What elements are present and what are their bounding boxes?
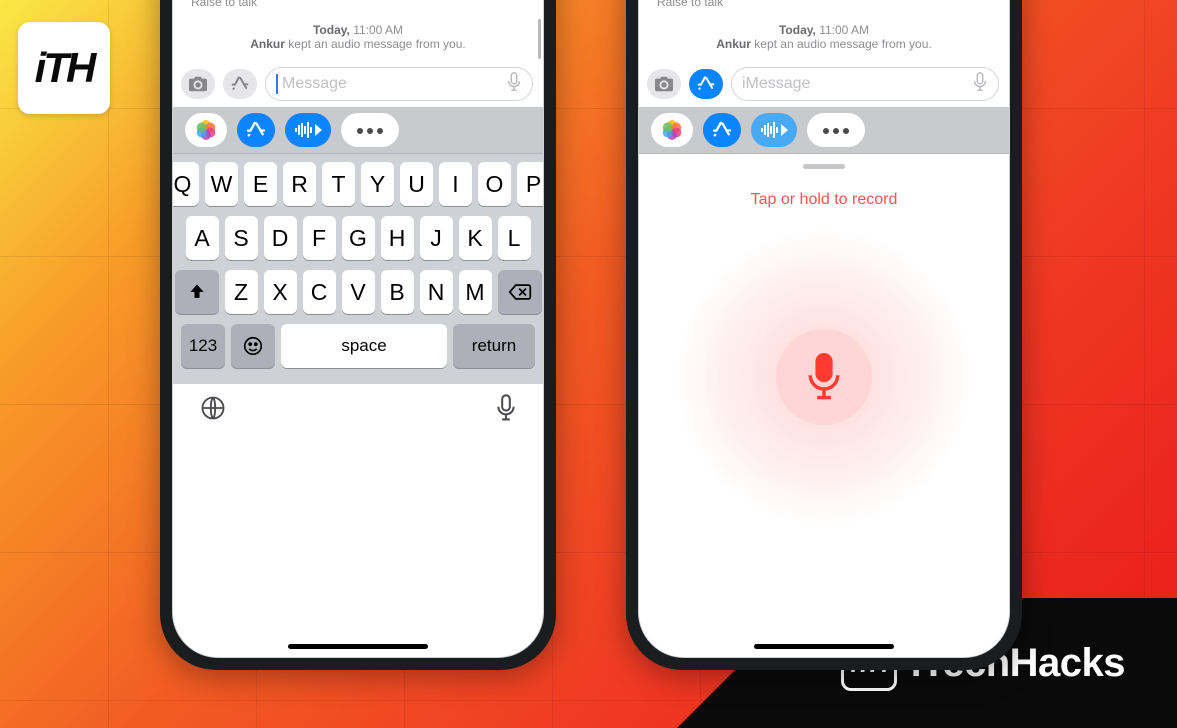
imessage-app-strip (639, 107, 1009, 154)
text-cursor (276, 74, 278, 94)
key-p[interactable]: P (517, 162, 544, 206)
home-indicator[interactable] (288, 644, 428, 649)
key-l[interactable]: L (498, 216, 531, 260)
home-indicator[interactable] (754, 644, 894, 649)
phone-right: Today, 10:56 AM 00:00 Raise to talk Toda… (626, 0, 1022, 670)
record-button[interactable] (776, 329, 872, 425)
key-j[interactable]: J (420, 216, 453, 260)
key-u[interactable]: U (400, 162, 433, 206)
screen-right: Today, 10:56 AM 00:00 Raise to talk Toda… (638, 0, 1010, 658)
key-x[interactable]: X (264, 270, 297, 314)
audio-message-app[interactable] (285, 113, 331, 147)
camera-button[interactable] (647, 69, 681, 99)
return-key[interactable]: return (453, 324, 535, 368)
chat-area: Today, 10:56 AM 00:00 Raise to talk Toda… (173, 0, 543, 61)
key-e[interactable]: E (244, 162, 277, 206)
photos-app[interactable] (185, 113, 227, 147)
keyboard: QWERTYUIOP ASDFGHJKL ZXCVBNM 123 space r… (173, 154, 543, 384)
key-q[interactable]: Q (172, 162, 199, 206)
timestamp-2: Today, 11:00 AM (647, 23, 1001, 37)
logo-top: iTH (18, 22, 110, 114)
ellipsis-icon (355, 121, 385, 139)
key-a[interactable]: A (186, 216, 219, 260)
key-o[interactable]: O (478, 162, 511, 206)
imessage-app-strip (173, 107, 543, 154)
message-placeholder: iMessage (742, 75, 972, 93)
numeric-key[interactable]: 123 (181, 324, 225, 368)
key-k[interactable]: K (459, 216, 492, 260)
key-z[interactable]: Z (225, 270, 258, 314)
screen-left: Today, 10:56 AM 00:00 Raise to talk Toda… (172, 0, 544, 658)
key-c[interactable]: C (303, 270, 336, 314)
phone-left: Today, 10:56 AM 00:00 Raise to talk Toda… (160, 0, 556, 670)
raise-to-talk-label: Raise to talk (657, 0, 1001, 9)
scrollbar[interactable] (538, 19, 541, 59)
photos-app[interactable] (651, 113, 693, 147)
app-store-app[interactable] (237, 113, 275, 147)
globe-icon[interactable] (199, 394, 227, 429)
camera-button[interactable] (181, 69, 215, 99)
keyboard-mic-icon[interactable] (495, 394, 517, 429)
emoji-key[interactable] (231, 324, 275, 368)
audio-message-app-selected[interactable] (751, 113, 797, 147)
key-s[interactable]: S (225, 216, 258, 260)
raise-to-talk-label: Raise to talk (191, 0, 535, 9)
grabber-handle[interactable] (803, 164, 845, 169)
app-drawer-button[interactable] (689, 69, 723, 99)
backspace-key[interactable] (498, 270, 542, 314)
app-drawer-button[interactable] (223, 69, 257, 99)
key-n[interactable]: N (420, 270, 453, 314)
key-i[interactable]: I (439, 162, 472, 206)
key-y[interactable]: Y (361, 162, 394, 206)
record-prompt: Tap or hold to record (751, 191, 898, 209)
timestamp-2: Today, 11:00 AM (181, 23, 535, 37)
shift-key[interactable] (175, 270, 219, 314)
app-store-app[interactable] (703, 113, 741, 147)
chat-area: Today, 10:56 AM 00:00 Raise to talk Toda… (639, 0, 1009, 61)
key-v[interactable]: V (342, 270, 375, 314)
compose-row: iMessage (639, 61, 1009, 107)
more-apps-button[interactable] (341, 113, 399, 147)
ellipsis-icon (821, 121, 851, 139)
space-key[interactable]: space (281, 324, 447, 368)
record-halo (674, 227, 974, 527)
audio-record-panel: Tap or hold to record (639, 154, 1009, 657)
key-h[interactable]: H (381, 216, 414, 260)
system-kept-message: Ankur kept an audio message from you. (181, 37, 535, 51)
key-d[interactable]: D (264, 216, 297, 260)
dictation-icon[interactable] (972, 72, 988, 97)
key-g[interactable]: G (342, 216, 375, 260)
key-w[interactable]: W (205, 162, 238, 206)
key-m[interactable]: M (459, 270, 492, 314)
key-f[interactable]: F (303, 216, 336, 260)
compose-row: Message (173, 61, 543, 107)
key-r[interactable]: R (283, 162, 316, 206)
message-input[interactable]: Message (265, 67, 533, 101)
keyboard-bottom-bar (173, 384, 543, 453)
key-b[interactable]: B (381, 270, 414, 314)
message-placeholder: Message (282, 75, 347, 93)
message-input[interactable]: iMessage (731, 67, 999, 101)
logo-mark: iTH (35, 44, 94, 92)
more-apps-button[interactable] (807, 113, 865, 147)
system-kept-message: Ankur kept an audio message from you. (647, 37, 1001, 51)
key-t[interactable]: T (322, 162, 355, 206)
dictation-icon[interactable] (506, 72, 522, 97)
